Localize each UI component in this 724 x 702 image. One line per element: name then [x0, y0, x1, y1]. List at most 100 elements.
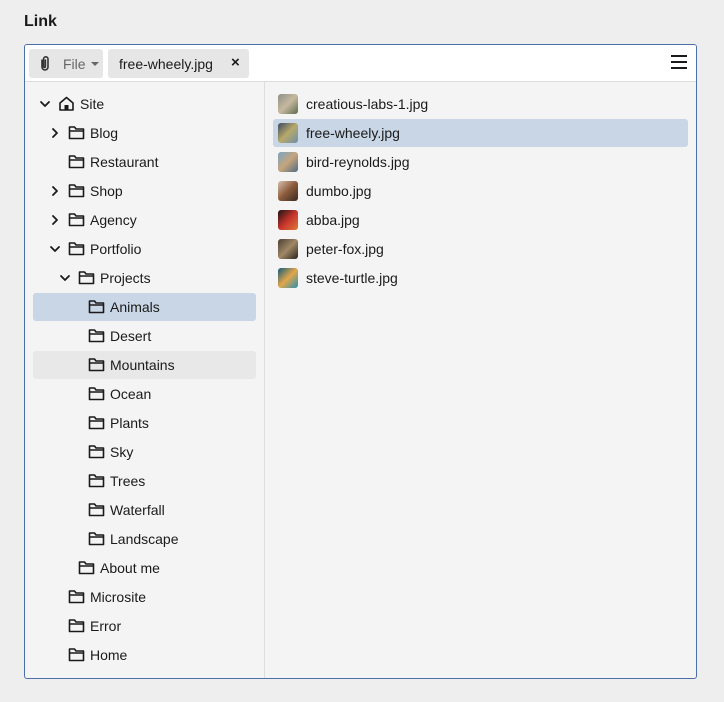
tree-item-trees[interactable]: Trees [33, 467, 256, 495]
menu-button[interactable] [671, 55, 687, 71]
tree-item-label: Shop [90, 183, 123, 199]
folder-icon [88, 358, 105, 372]
tree-item-label: Waterfall [110, 502, 165, 518]
tree-item-label: Ocean [110, 386, 152, 402]
chevron-right-icon[interactable] [49, 127, 61, 139]
tree-item-label: Blog [90, 125, 119, 141]
tree-item-site[interactable]: Site [33, 90, 256, 118]
folder-icon [68, 155, 85, 169]
folder-icon [68, 184, 85, 198]
tree-item-label: Home [90, 647, 128, 663]
image-thumbnail [278, 94, 298, 114]
file-name: abba.jpg [306, 212, 360, 228]
hamburger-icon-bar [671, 67, 687, 69]
link-picker: File free-wheely.jpg × Site Blog Restauran… [24, 44, 697, 679]
tree-item-landscape[interactable]: Landscape [33, 525, 256, 553]
tree-item-shop[interactable]: Shop [33, 177, 256, 205]
tree-item-animals[interactable]: Animals [33, 293, 256, 321]
tree-item-label: Animals [110, 299, 160, 315]
tree-item-waterfall[interactable]: Waterfall [33, 496, 256, 524]
tree-item-label: Desert [110, 328, 152, 344]
tree-item-label: About me [100, 560, 160, 576]
tree-item-plants[interactable]: Plants [33, 409, 256, 437]
selected-file-chip: free-wheely.jpg × [108, 49, 249, 78]
file-row[interactable]: bird-reynolds.jpg [273, 148, 688, 176]
tree-item-label: Agency [90, 212, 137, 228]
tree-item-label: Portfolio [90, 241, 142, 257]
file-row[interactable]: creatious-labs-1.jpg [273, 90, 688, 118]
file-name: peter-fox.jpg [306, 241, 384, 257]
chevron-down-icon[interactable] [59, 272, 71, 284]
chevron-down-icon[interactable] [49, 243, 61, 255]
file-row[interactable]: dumbo.jpg [273, 177, 688, 205]
folder-icon [88, 329, 105, 343]
image-thumbnail [278, 239, 298, 259]
chevron-right-icon[interactable] [49, 214, 61, 226]
file-name: bird-reynolds.jpg [306, 154, 410, 170]
folder-icon [88, 474, 105, 488]
tree-item-portfolio[interactable]: Portfolio [33, 235, 256, 263]
image-thumbnail [278, 152, 298, 172]
field-label: Link [24, 13, 57, 30]
image-thumbnail [278, 181, 298, 201]
tree-item-label: Plants [110, 415, 149, 431]
tree-item-about-me[interactable]: About me [33, 554, 256, 582]
folder-icon [68, 242, 85, 256]
tree-item-agency[interactable]: Agency [33, 206, 256, 234]
folder-icon [68, 619, 85, 633]
tree-item-label: Error [90, 618, 122, 634]
file-name: creatious-labs-1.jpg [306, 96, 429, 112]
toolbar: File free-wheely.jpg × [25, 45, 696, 82]
file-row[interactable]: peter-fox.jpg [273, 235, 688, 263]
folder-icon [88, 503, 105, 517]
remove-selection-icon[interactable]: × [231, 54, 240, 71]
image-thumbnail [278, 268, 298, 288]
tree-item-home[interactable]: Home [33, 641, 256, 669]
tree-item-label: Restaurant [90, 154, 159, 170]
folder-icon [78, 561, 95, 575]
file-name: dumbo.jpg [306, 183, 372, 199]
chevron-down-icon[interactable] [39, 98, 51, 110]
tree-item-restaurant[interactable]: Restaurant [33, 148, 256, 176]
folder-icon [88, 532, 105, 546]
tree-item-label: Sky [110, 444, 134, 460]
tree-item-microsite[interactable]: Microsite [33, 583, 256, 611]
file-row[interactable]: steve-turtle.jpg [273, 264, 688, 292]
home-icon [59, 96, 74, 111]
tree-item-label: Landscape [110, 531, 179, 547]
hamburger-icon-bar [671, 55, 687, 57]
folder-icon [88, 445, 105, 459]
paperclip-icon [41, 56, 49, 71]
link-type-dropdown[interactable]: File [29, 49, 103, 78]
tree-item-label: Microsite [90, 589, 147, 605]
image-thumbnail [278, 123, 298, 143]
chevron-right-icon[interactable] [49, 185, 61, 197]
tree-item-label: Mountains [110, 357, 175, 373]
tree-item-error[interactable]: Error [33, 612, 256, 640]
file-row[interactable]: abba.jpg [273, 206, 688, 234]
file-name: free-wheely.jpg [306, 125, 400, 141]
file-row[interactable]: free-wheely.jpg [273, 119, 688, 147]
folder-icon [88, 387, 105, 401]
folder-icon [68, 648, 85, 662]
tree-item-ocean[interactable]: Ocean [33, 380, 256, 408]
folder-icon [78, 271, 95, 285]
tree-item-sky[interactable]: Sky [33, 438, 256, 466]
image-thumbnail [278, 210, 298, 230]
folder-icon [68, 213, 85, 227]
tree-item-projects[interactable]: Projects [33, 264, 256, 292]
tree-item-desert[interactable]: Desert [33, 322, 256, 350]
tree-item-mountains[interactable]: Mountains [33, 351, 256, 379]
site-tree: Site Blog Restaurant Shop Agency Portfolio Pro… [25, 82, 265, 678]
chevron-down-icon [91, 62, 99, 66]
selected-file-name: free-wheely.jpg [119, 56, 213, 72]
file-name: steve-turtle.jpg [306, 270, 398, 286]
folder-icon [68, 590, 85, 604]
folder-icon [88, 416, 105, 430]
hamburger-icon-bar [671, 61, 687, 63]
tree-item-blog[interactable]: Blog [33, 119, 256, 147]
tree-item-label: Trees [110, 473, 146, 489]
folder-icon [88, 300, 105, 314]
folder-icon [68, 126, 85, 140]
file-list: creatious-labs-1.jpg free-wheely.jpg bird-… [265, 82, 696, 678]
